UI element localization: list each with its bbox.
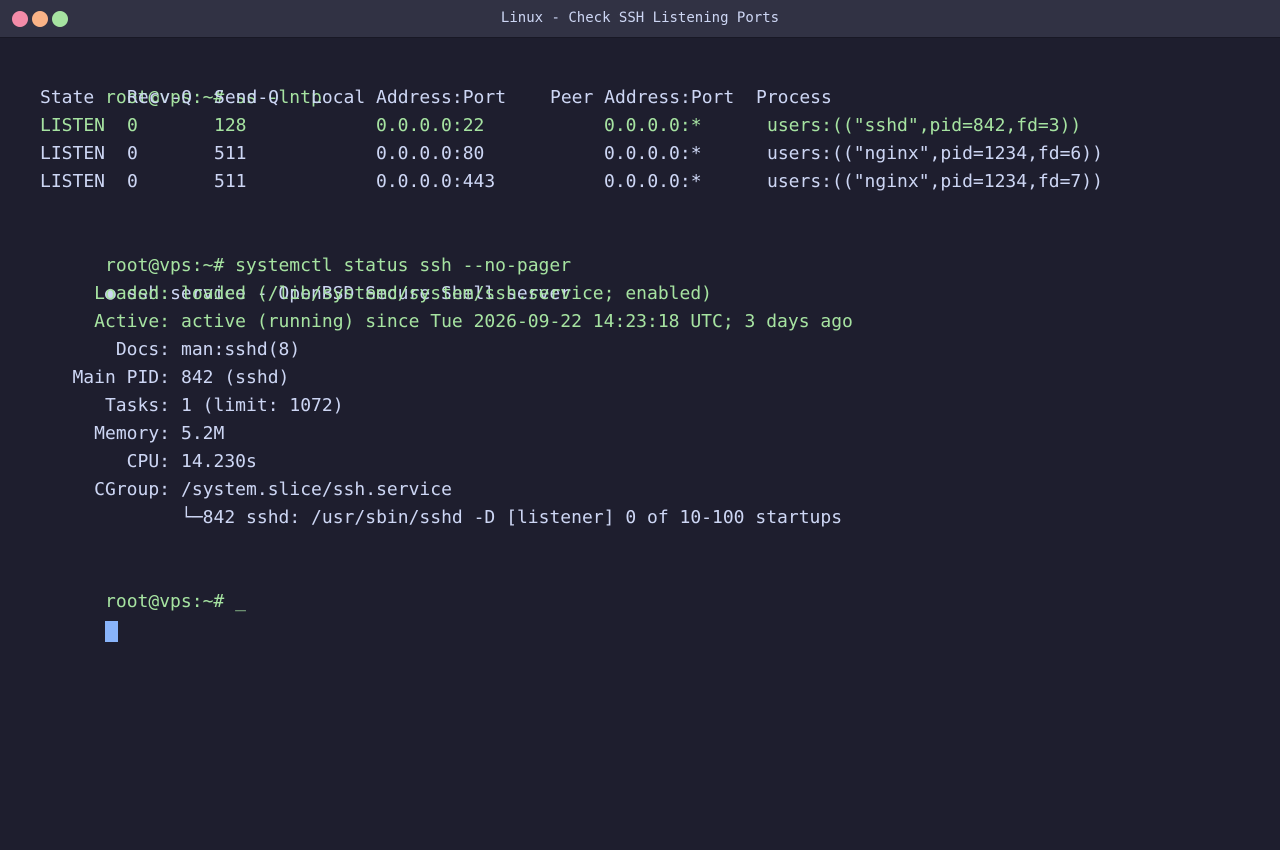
status-value: loaded (/lib/systemd/system/ssh.service;… bbox=[181, 283, 713, 304]
ss-recvq: 0 bbox=[127, 115, 138, 136]
status-label: Tasks: bbox=[104, 395, 170, 416]
status-value: 14.230s bbox=[181, 451, 257, 472]
command-line-2: root@vps:~# systemctl status ssh --no-pa… bbox=[40, 224, 1260, 276]
ss-state: LISTEN bbox=[40, 171, 106, 192]
status-main-pid: Main PID: 842 (sshd) bbox=[40, 364, 1260, 392]
ss-state: LISTEN bbox=[40, 115, 106, 136]
title-bar[interactable]: Linux - Check SSH Listening Ports bbox=[0, 0, 1280, 38]
status-value: 1 (limit: 1072) bbox=[181, 395, 344, 416]
status-label: Docs: bbox=[115, 339, 170, 360]
command-line-1: root@vps:~# ss -lntp bbox=[40, 56, 1260, 108]
status-label: Memory: bbox=[94, 423, 170, 444]
status-value: man:sshd(8) bbox=[181, 339, 301, 360]
ss-sendq: 511 bbox=[214, 143, 247, 164]
ss-header-local: Local Address:Port bbox=[311, 87, 507, 108]
cursor[interactable] bbox=[105, 621, 119, 642]
status-active: Active: active (running) since Tue 2026-… bbox=[40, 308, 1260, 336]
status-value: /system.slice/ssh.service bbox=[181, 479, 452, 500]
ss-header-state: State bbox=[40, 87, 95, 108]
ss-row: LISTEN 0 511 0.0.0.0:80 0.0.0.0:* users:… bbox=[40, 140, 1260, 168]
ss-peer: 0.0.0.0:* bbox=[604, 115, 702, 136]
status-memory: Memory: 5.2M bbox=[40, 420, 1260, 448]
ss-recvq: 0 bbox=[127, 143, 138, 164]
status-value: active (running) since Tue 2026-09-22 14… bbox=[181, 311, 853, 332]
cgroup-child-process: └─842 sshd: /usr/sbin/sshd -D [listener]… bbox=[181, 507, 843, 528]
status-label: Active: bbox=[94, 311, 170, 332]
status-docs: Docs: man:sshd(8) bbox=[40, 336, 1260, 364]
status-loaded: Loaded: loaded (/lib/systemd/system/ssh.… bbox=[40, 280, 1260, 308]
cgroup-child: └─842 sshd: /usr/sbin/sshd -D [listener]… bbox=[40, 504, 1260, 532]
ss-local: 0.0.0.0:443 bbox=[376, 171, 496, 192]
cursor-line[interactable] bbox=[40, 588, 1260, 642]
status-label: Main PID: bbox=[72, 367, 170, 388]
status-value: 842 (sshd) bbox=[181, 367, 290, 388]
status-label: Loaded: bbox=[94, 283, 170, 304]
ss-header-row: State Recv-Q Send-Q Local Address:Port P… bbox=[40, 84, 1260, 112]
ss-process: users:(("nginx",pid=1234,fd=6)) bbox=[767, 143, 1103, 164]
ss-header-recvq: Recv-Q bbox=[127, 87, 193, 108]
ss-peer: 0.0.0.0:* bbox=[604, 171, 702, 192]
status-cpu: CPU: 14.230s bbox=[40, 448, 1260, 476]
service-header: ● ssh.service - OpenBSD Secure Shell ser… bbox=[40, 252, 1260, 304]
terminal-output[interactable]: root@vps:~# ss -lntp State Recv-Q Send-Q… bbox=[40, 56, 1260, 642]
window-title: Linux - Check SSH Listening Ports bbox=[500, 10, 780, 26]
ss-process: users:(("nginx",pid=1234,fd=7)) bbox=[767, 171, 1103, 192]
ss-state: LISTEN bbox=[40, 143, 106, 164]
ss-local: 0.0.0.0:80 bbox=[376, 143, 485, 164]
ss-header-sendq: Send-Q bbox=[214, 87, 280, 108]
ss-sendq: 128 bbox=[214, 115, 247, 136]
ss-local: 0.0.0.0:22 bbox=[376, 115, 485, 136]
status-value: 5.2M bbox=[181, 423, 225, 444]
ss-sendq: 511 bbox=[214, 171, 247, 192]
terminal-window: Linux - Check SSH Listening Ports root@v… bbox=[0, 0, 1280, 850]
ss-process: users:(("sshd",pid=842,fd=3)) bbox=[767, 115, 1082, 136]
status-label: CGroup: bbox=[94, 479, 170, 500]
ss-row: LISTEN 0 128 0.0.0.0:22 0.0.0.0:* users:… bbox=[40, 112, 1260, 140]
status-cgroup: CGroup: /system.slice/ssh.service bbox=[40, 476, 1260, 504]
status-label: CPU: bbox=[126, 451, 170, 472]
ss-peer: 0.0.0.0:* bbox=[604, 143, 702, 164]
command-line-3[interactable]: root@vps:~# _ bbox=[40, 560, 1260, 612]
ss-header-process: Process bbox=[756, 87, 832, 108]
ss-row: LISTEN 0 511 0.0.0.0:443 0.0.0.0:* users… bbox=[40, 168, 1260, 196]
ss-recvq: 0 bbox=[127, 171, 138, 192]
ss-header-peer: Peer Address:Port bbox=[550, 87, 735, 108]
status-tasks: Tasks: 1 (limit: 1072) bbox=[40, 392, 1260, 420]
